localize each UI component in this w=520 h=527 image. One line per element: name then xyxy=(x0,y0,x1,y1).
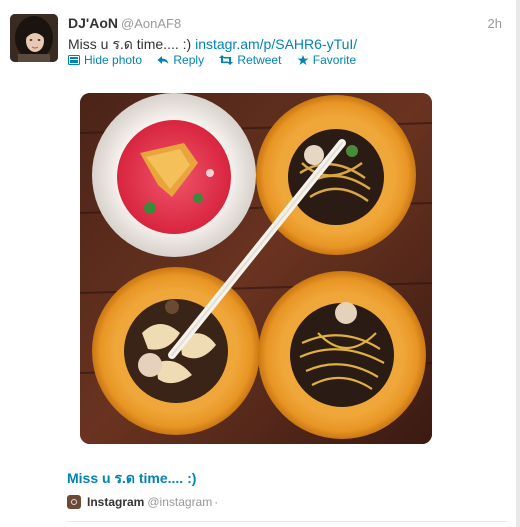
attribution-name[interactable]: Instagram xyxy=(87,495,144,509)
attribution-separator: · xyxy=(214,495,219,509)
instagram-icon xyxy=(67,495,81,509)
reply-icon xyxy=(157,56,169,64)
retweet-icon xyxy=(219,55,234,65)
retweet-label: Retweet xyxy=(237,53,282,67)
hide-photo-button[interactable]: Hide photo xyxy=(68,53,142,67)
star-icon xyxy=(297,55,309,65)
divider xyxy=(67,521,507,522)
reply-button[interactable]: Reply xyxy=(157,53,204,67)
retweet-button[interactable]: Retweet xyxy=(219,53,281,67)
attribution-handle[interactable]: @instagram xyxy=(147,495,212,509)
avatar-image xyxy=(10,14,58,62)
scrollbar-edge xyxy=(516,0,520,527)
hide-photo-label: Hide photo xyxy=(84,53,143,67)
tweet-photo[interactable] xyxy=(80,93,432,444)
photo-icon xyxy=(68,55,80,65)
noodle-bowls-image xyxy=(80,93,432,444)
tweet-timestamp[interactable]: 2h xyxy=(488,16,502,31)
media-attribution: Instagram @instagram · xyxy=(67,495,218,509)
avatar[interactable] xyxy=(10,14,58,62)
user-handle[interactable]: @AonAF8 xyxy=(121,16,181,31)
favorite-label: Favorite xyxy=(312,53,357,67)
tweet-link[interactable]: instagr.am/p/SAHR6-yTuI/ xyxy=(195,36,357,52)
tweet-text-body: Miss u ร.ด time.... :) xyxy=(68,36,192,52)
user-fullname[interactable]: DJ'AoN xyxy=(68,15,118,31)
media-caption[interactable]: Miss u ร.ด time.... :) xyxy=(67,468,196,490)
tweet-header: DJ'AoN @AonAF8 2h xyxy=(68,15,504,33)
tweet: DJ'AoN @AonAF8 2h Miss u ร.ด time.... :) … xyxy=(0,0,516,527)
reply-label: Reply xyxy=(173,53,205,67)
tweet-actions: Hide photo Reply Retweet Favorite xyxy=(68,53,368,67)
favorite-button[interactable]: Favorite xyxy=(297,53,356,67)
